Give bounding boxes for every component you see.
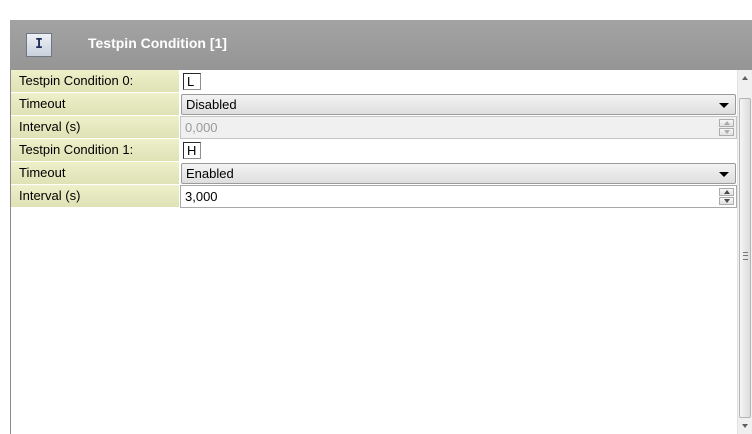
vertical-scrollbar[interactable] [737, 70, 752, 434]
property-label: Testpin Condition 1: [11, 139, 179, 162]
section-title: Testpin Condition [1] [88, 35, 227, 51]
table-row: Interval (s) 0,000 [11, 116, 737, 139]
property-label: Interval (s) [11, 116, 179, 139]
timeout-dropdown-value: Disabled [186, 97, 237, 112]
property-value-cell: 0,000 [179, 116, 737, 139]
table-row: Testpin Condition 1: H [11, 139, 737, 162]
scroll-thumb[interactable] [739, 98, 751, 418]
chevron-down-icon[interactable] [719, 172, 729, 177]
timeout-dropdown[interactable]: Disabled [181, 94, 736, 115]
arrow-down-icon [724, 199, 730, 203]
property-value-cell: Enabled [179, 162, 737, 185]
grip-icon [743, 252, 748, 260]
interval-value[interactable]: 3,000 [185, 189, 218, 204]
table-row: Interval (s) 3,000 [11, 185, 737, 208]
testpin-condition-1-field[interactable]: H [183, 142, 201, 159]
spin-buttons [719, 188, 734, 205]
property-label: Timeout [11, 162, 179, 185]
table-row: Testpin Condition 0: L [11, 70, 737, 93]
interval-spinner[interactable]: 3,000 [180, 185, 737, 208]
property-value-cell: 3,000 [179, 185, 737, 208]
property-label: Testpin Condition 0: [11, 70, 179, 93]
table-row: Timeout Disabled [11, 93, 737, 116]
interval-value: 0,000 [185, 120, 218, 135]
testpin-condition-0-field[interactable]: L [183, 73, 201, 90]
timeout-dropdown-value: Enabled [186, 166, 234, 181]
table-row: Timeout Enabled [11, 162, 737, 185]
scroll-down-icon[interactable] [742, 424, 748, 428]
arrow-down-icon [724, 130, 730, 134]
property-label: Interval (s) [11, 185, 179, 208]
property-value-cell: Disabled [179, 93, 737, 116]
info-icon: I [26, 33, 52, 57]
timeout-dropdown[interactable]: Enabled [181, 163, 736, 184]
property-value-cell: H [179, 139, 737, 162]
spin-up-button[interactable] [719, 188, 734, 196]
property-value-cell: L [179, 70, 737, 93]
spin-up-button [719, 119, 734, 127]
spin-buttons [719, 119, 734, 136]
spin-down-button[interactable] [719, 197, 734, 205]
property-grid: Testpin Condition 0: L Timeout Disabled … [11, 70, 737, 208]
arrow-up-icon [724, 190, 730, 194]
spin-down-button [719, 128, 734, 136]
arrow-up-icon [724, 121, 730, 125]
section-header[interactable]: I Testpin Condition [1] [10, 20, 752, 70]
interval-spinner: 0,000 [180, 116, 737, 139]
property-label: Timeout [11, 93, 179, 116]
scroll-up-icon[interactable] [742, 76, 748, 80]
chevron-down-icon[interactable] [719, 103, 729, 108]
property-panel: I Testpin Condition [1] Testpin Conditio… [0, 0, 752, 434]
